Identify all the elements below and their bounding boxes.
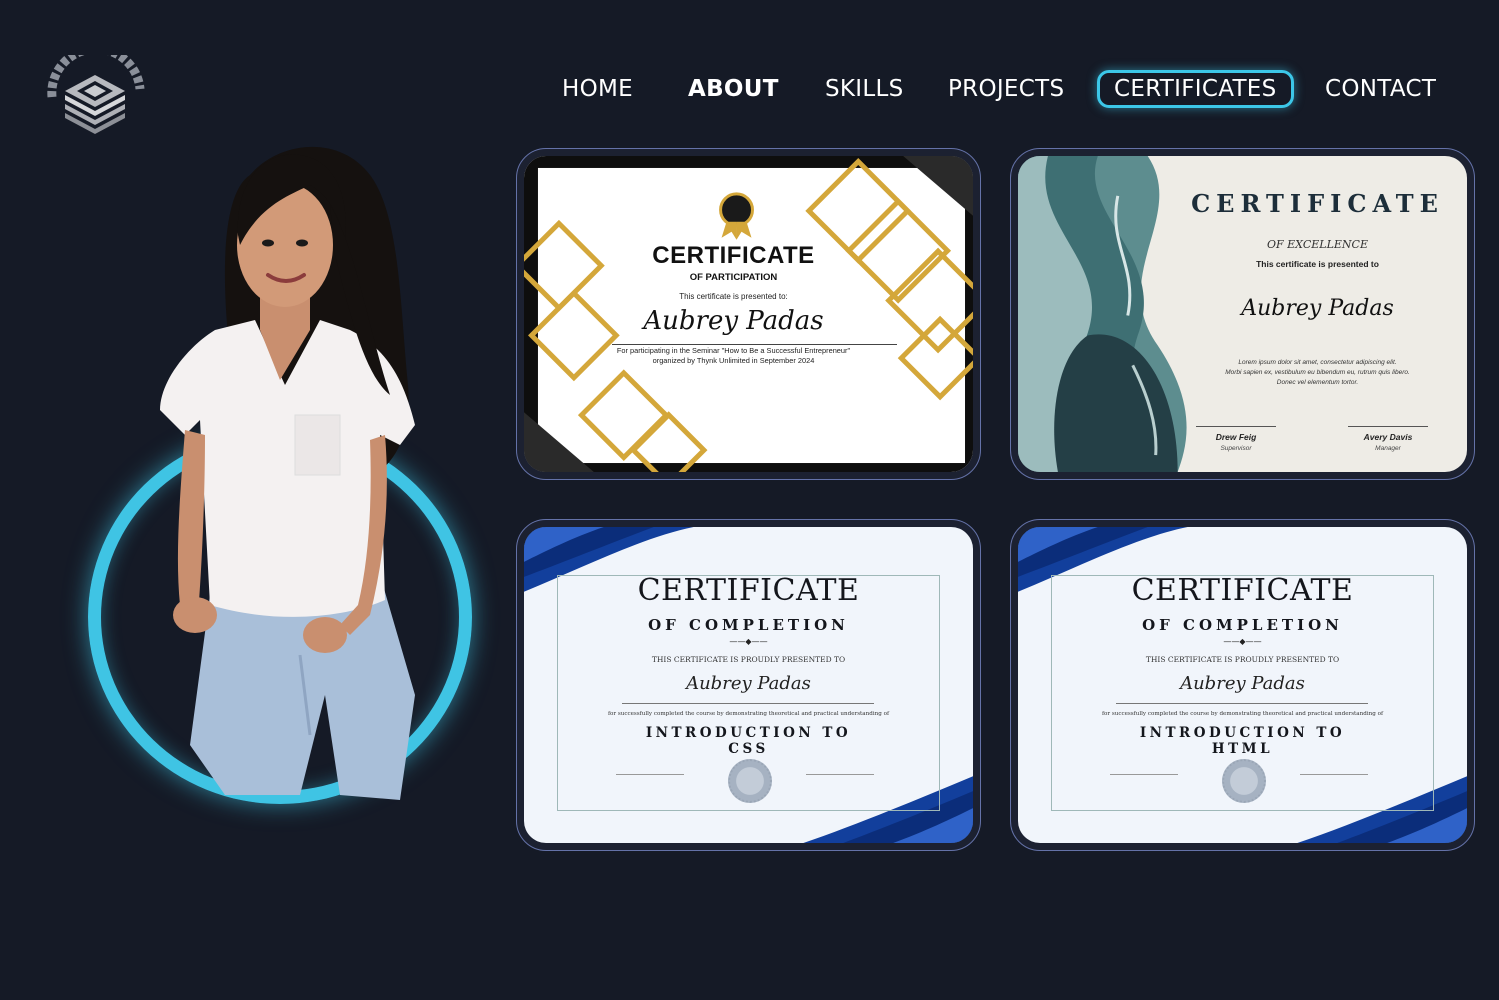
- signer-role: Supervisor: [1220, 445, 1252, 452]
- certificate-description: for successfully completed the course by…: [1101, 711, 1384, 717]
- description-line: For participating in the Seminar "How to…: [616, 346, 851, 355]
- certificate-card-html[interactable]: CERTIFICATE OF COMPLETION ——◆—— THIS CER…: [1010, 519, 1475, 851]
- certificate-description: For participating in the Seminar "How to…: [524, 346, 943, 366]
- certificate-presented-text: This certificate is presented to: [1256, 259, 1379, 269]
- certificate-title: CERTIFICATE: [1191, 189, 1444, 218]
- certificate-card-css[interactable]: CERTIFICATE OF COMPLETION ——◆—— THIS CER…: [516, 519, 981, 851]
- certificate-card-excellence[interactable]: CERTIFICATE OF EXCELLENCE This certifica…: [1010, 148, 1475, 480]
- certificate-description: Lorem ipsum dolor sit amet, consectetur …: [1168, 358, 1467, 388]
- nav-skills[interactable]: SKILLS: [825, 70, 904, 108]
- nav-projects[interactable]: PROJECTS: [948, 70, 1064, 108]
- certificate-subtitle: OF COMPLETION: [1142, 616, 1343, 634]
- certificate-course: INTRODUCTION TO HTML: [1139, 725, 1346, 757]
- ornament-divider-icon: ——◆——: [729, 637, 768, 646]
- certificate-recipient-name: Aubrey Padas: [686, 673, 811, 694]
- signer-role: Manager: [1375, 445, 1401, 452]
- signature-block-2: Avery Davis Manager: [1348, 426, 1428, 452]
- certificate-image: CERTIFICATE OF EXCELLENCE This certifica…: [1018, 156, 1467, 472]
- certificate-title: CERTIFICATE: [1131, 573, 1354, 608]
- description-line: Morbi sapien ex, vestibulum eu bibendum …: [1225, 369, 1410, 376]
- certificate-presented-text: This certificate is presented to:: [679, 292, 788, 301]
- certificate-presented-text: THIS CERTIFICATE IS PROUDLY PRESENTED TO: [1145, 655, 1340, 664]
- signer-name: Avery Davis: [1363, 432, 1413, 442]
- certificate-description: for successfully completed the course by…: [607, 711, 890, 717]
- description-line: organized by Thynk Unlimited in Septembe…: [652, 356, 815, 365]
- certificate-card-participation[interactable]: CERTIFICATE OF PARTICIPATION This certif…: [516, 148, 981, 480]
- ornament-divider-icon: ——◆——: [1223, 637, 1262, 646]
- certificate-recipient-name: Aubrey Padas: [1180, 673, 1305, 694]
- certificate-image: CERTIFICATE OF PARTICIPATION This certif…: [524, 156, 973, 472]
- certificate-recipient-name: Aubrey Padas: [1241, 296, 1394, 321]
- certificate-image: CERTIFICATE OF COMPLETION ——◆—— THIS CER…: [1018, 527, 1467, 843]
- certificate-image: CERTIFICATE OF COMPLETION ——◆—— THIS CER…: [524, 527, 973, 843]
- certificate-course: INTRODUCTION TO CSS: [645, 725, 852, 757]
- signature-block-1: Drew Feig Supervisor: [1196, 426, 1276, 452]
- signature-line: [1110, 774, 1178, 775]
- profile-photo: [160, 146, 415, 800]
- logo-icon[interactable]: [40, 55, 150, 135]
- description-line: Lorem ipsum dolor sit amet, consectetur …: [1238, 359, 1397, 366]
- certificate-recipient-name: Aubrey Padas: [643, 306, 824, 336]
- certificate-presented-text: THIS CERTIFICATE IS PROUDLY PRESENTED TO: [651, 655, 846, 664]
- name-underline: [1116, 703, 1368, 704]
- nav-contact[interactable]: CONTACT: [1325, 70, 1436, 108]
- signer-name: Drew Feig: [1215, 432, 1257, 442]
- certificate-subtitle: OF EXCELLENCE: [1267, 238, 1368, 251]
- certificate-title: CERTIFICATE: [652, 242, 815, 269]
- signature-line: [616, 774, 684, 775]
- nav-certificates[interactable]: CERTIFICATES: [1097, 70, 1294, 108]
- name-underline: [622, 703, 874, 704]
- signature-line: [1300, 774, 1368, 775]
- signature-line: [806, 774, 874, 775]
- description-line: Donec vel elementum tortor.: [1276, 379, 1359, 386]
- name-underline: [612, 344, 897, 345]
- certificate-subtitle: OF PARTICIPATION: [689, 272, 778, 283]
- seal-icon: [728, 759, 772, 803]
- seal-icon: [1222, 759, 1266, 803]
- nav-home[interactable]: HOME: [562, 70, 633, 108]
- nav-about[interactable]: ABOUT: [688, 70, 779, 108]
- certificate-subtitle: OF COMPLETION: [648, 616, 849, 634]
- certificate-title: CERTIFICATE: [637, 573, 860, 608]
